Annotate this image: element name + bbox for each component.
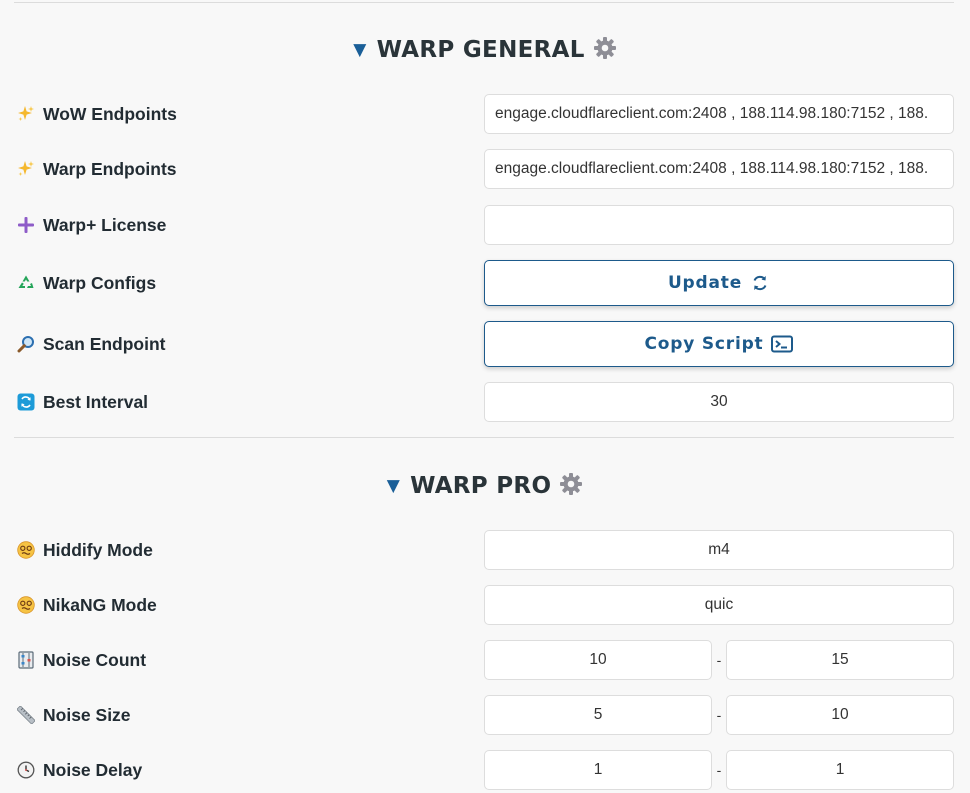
warp-configs-label: Warp Configs bbox=[43, 273, 157, 293]
nikang-mode-label-group: NikaNG Mode bbox=[16, 585, 157, 625]
clock-icon bbox=[16, 761, 35, 780]
warp-pro-title: WARP PRO bbox=[410, 473, 552, 499]
abacus-icon bbox=[16, 651, 35, 670]
warp-license-label: Warp+ License bbox=[43, 215, 167, 235]
nikang-mode-row: NikaNG Mode quic bbox=[16, 585, 954, 625]
noise-count-min-input[interactable]: 10 bbox=[484, 640, 712, 680]
top-divider bbox=[14, 2, 954, 3]
scan-endpoint-row: Scan Endpoint Copy Script bbox=[16, 321, 954, 367]
noise-delay-row: Noise Delay 1 - 1 bbox=[16, 750, 954, 790]
warp-endpoints-label-group: Warp Endpoints bbox=[16, 149, 177, 189]
range-separator: - bbox=[716, 652, 722, 668]
magnifier-icon bbox=[16, 335, 35, 354]
noise-delay-max-input[interactable]: 1 bbox=[726, 750, 954, 790]
scan-endpoint-label-group: Scan Endpoint bbox=[16, 321, 166, 367]
copy-script-button-label: Copy Script bbox=[644, 334, 764, 354]
noise-size-max-input[interactable]: 10 bbox=[726, 695, 954, 735]
plus-icon bbox=[16, 216, 35, 235]
noise-delay-label-group: Noise Delay bbox=[16, 750, 142, 790]
recycle-icon bbox=[16, 274, 35, 293]
section-divider bbox=[14, 437, 954, 438]
warp-license-label-group: Warp+ License bbox=[16, 205, 166, 245]
sparkles-icon bbox=[16, 160, 35, 179]
noise-size-min-input[interactable]: 5 bbox=[484, 695, 712, 735]
noise-count-max-input[interactable]: 15 bbox=[726, 640, 954, 680]
warp-general-title: WARP GENERAL bbox=[376, 37, 585, 63]
warp-configs-label-group: Warp Configs bbox=[16, 260, 156, 306]
wow-endpoints-row: WoW Endpoints engage.cloudflareclient.co… bbox=[16, 94, 954, 134]
range-separator: - bbox=[716, 762, 722, 778]
scan-endpoint-label: Scan Endpoint bbox=[43, 334, 166, 354]
gear-icon bbox=[559, 472, 583, 502]
noise-size-row: Noise Size 5 - 10 bbox=[16, 695, 954, 735]
sparkles-icon bbox=[16, 105, 35, 124]
best-interval-label: Best Interval bbox=[43, 392, 149, 412]
dizzy-face-icon bbox=[16, 596, 35, 615]
update-button-label: Update bbox=[667, 273, 743, 293]
nikang-mode-select[interactable]: quic bbox=[484, 585, 954, 625]
dizzy-face-icon bbox=[16, 541, 35, 560]
terminal-icon bbox=[771, 335, 794, 353]
warp-endpoints-row: Warp Endpoints engage.cloudflareclient.c… bbox=[16, 149, 954, 189]
wow-endpoints-label: WoW Endpoints bbox=[43, 104, 177, 124]
warp-endpoints-label: Warp Endpoints bbox=[43, 159, 177, 179]
noise-count-row: Noise Count 10 - 15 bbox=[16, 640, 954, 680]
settings-page: ▼ WARP GENERAL WoW Endpoints engage.cloud… bbox=[0, 0, 970, 793]
hiddify-mode-select[interactable]: m4 bbox=[484, 530, 954, 570]
triangle-down-icon: ▼ bbox=[353, 40, 367, 60]
warp-pro-header[interactable]: ▼ WARP PRO bbox=[0, 472, 970, 502]
ruler-icon bbox=[16, 706, 35, 725]
hiddify-mode-label: Hiddify Mode bbox=[43, 540, 153, 560]
noise-size-label-group: Noise Size bbox=[16, 695, 131, 735]
update-button[interactable]: Update bbox=[484, 260, 954, 306]
best-interval-input[interactable]: 30 bbox=[484, 382, 954, 422]
refresh-icon bbox=[16, 393, 35, 412]
gear-icon bbox=[593, 36, 617, 66]
best-interval-row: Best Interval 30 bbox=[16, 382, 954, 422]
best-interval-label-group: Best Interval bbox=[16, 382, 148, 422]
range-separator: - bbox=[716, 707, 722, 723]
noise-count-label: Noise Count bbox=[43, 650, 147, 670]
warp-license-row: Warp+ License bbox=[16, 205, 954, 245]
warp-general-header[interactable]: ▼ WARP GENERAL bbox=[0, 36, 970, 66]
hiddify-mode-label-group: Hiddify Mode bbox=[16, 530, 153, 570]
triangle-down-icon: ▼ bbox=[386, 476, 401, 496]
wow-endpoints-input[interactable]: engage.cloudflareclient.com:2408 , 188.1… bbox=[484, 94, 954, 134]
hiddify-mode-row: Hiddify Mode m4 bbox=[16, 530, 954, 570]
warp-configs-row: Warp Configs Update bbox=[16, 260, 954, 306]
noise-count-label-group: Noise Count bbox=[16, 640, 146, 680]
nikang-mode-label: NikaNG Mode bbox=[43, 595, 157, 615]
wow-endpoints-label-group: WoW Endpoints bbox=[16, 94, 177, 134]
noise-delay-min-input[interactable]: 1 bbox=[484, 750, 712, 790]
noise-size-label: Noise Size bbox=[43, 705, 131, 725]
noise-delay-label: Noise Delay bbox=[43, 760, 143, 780]
refresh-arrows-icon bbox=[750, 273, 770, 293]
warp-endpoints-input[interactable]: engage.cloudflareclient.com:2408 , 188.1… bbox=[484, 149, 954, 189]
warp-license-input[interactable] bbox=[484, 205, 954, 245]
copy-script-button[interactable]: Copy Script bbox=[484, 321, 954, 367]
